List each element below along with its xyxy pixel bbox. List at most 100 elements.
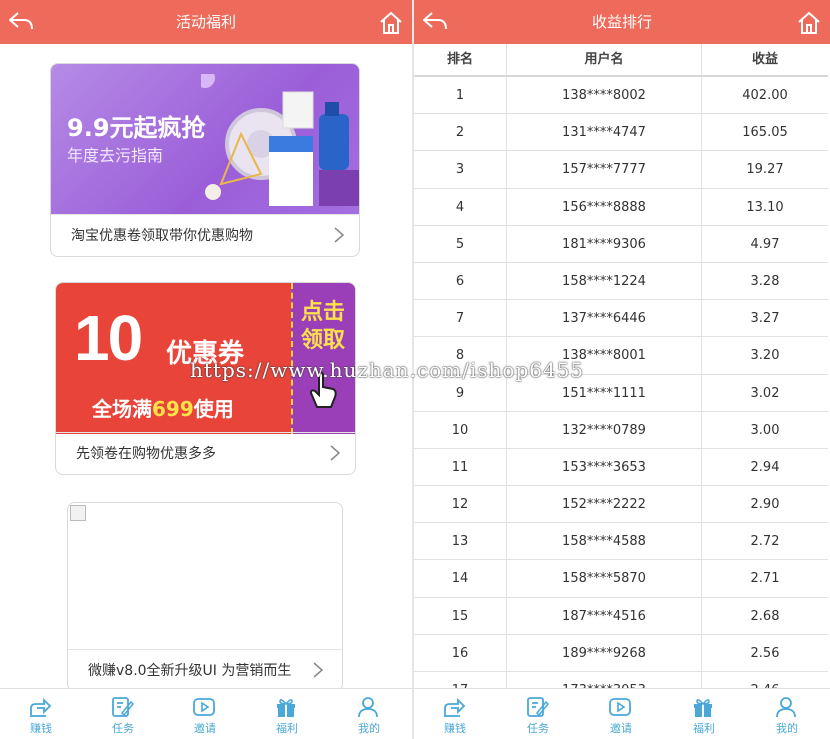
earnings-cell: 2.56 bbox=[750, 645, 780, 661]
rank-cell: 10 bbox=[414, 411, 507, 448]
home-icon[interactable] bbox=[796, 10, 822, 36]
table-row: 6 158****1224 3.28 bbox=[414, 262, 828, 301]
home-icon[interactable] bbox=[378, 10, 404, 36]
products-illustration bbox=[201, 74, 359, 206]
nav-invite[interactable]: 邀请 bbox=[164, 689, 246, 739]
table-row: 11 153****3653 2.94 bbox=[414, 448, 828, 487]
chevron-right-icon bbox=[313, 662, 324, 678]
bottom-nav: 赚钱 任务 邀请 福利 我的 bbox=[0, 688, 412, 739]
table-header: 排名 用户名 收益 bbox=[414, 44, 828, 77]
chevron-right-icon bbox=[330, 445, 341, 461]
earnings-cell: 19.27 bbox=[746, 162, 784, 178]
table-row: 15 187****4516 2.68 bbox=[414, 597, 828, 635]
coupon-amount: 10 bbox=[74, 302, 143, 374]
rank-cell: 4 bbox=[414, 188, 507, 225]
username-cell: 138****8002 bbox=[507, 77, 702, 114]
username-cell: 158****4588 bbox=[507, 523, 702, 560]
rank-cell: 7 bbox=[414, 300, 507, 337]
user-icon bbox=[358, 697, 378, 718]
table-row: 12 152****2222 2.90 bbox=[414, 486, 828, 524]
table-row: 3 157****7777 19.27 bbox=[414, 151, 828, 189]
broken-image-icon bbox=[70, 505, 86, 521]
username-cell: 157****7777 bbox=[507, 151, 702, 188]
header-username: 用户名 bbox=[507, 44, 702, 75]
table-row: 16 189****9268 2.56 bbox=[414, 634, 828, 672]
banner-headline: 9.9元起疯抢 bbox=[67, 114, 206, 142]
username-cell: 156****8888 bbox=[507, 188, 702, 225]
table-row: 10 132****0789 3.00 bbox=[414, 411, 828, 449]
nav-tasks[interactable]: 任务 bbox=[497, 689, 579, 739]
promo-caption: 淘宝优惠卷领取带你优惠购物 bbox=[51, 214, 359, 256]
rank-cell: 11 bbox=[414, 448, 507, 486]
username-cell: 132****0789 bbox=[507, 411, 702, 448]
earnings-cell: 3.27 bbox=[750, 311, 780, 327]
rank-cell: 16 bbox=[414, 634, 507, 671]
earnings-cell: 3.20 bbox=[750, 348, 780, 364]
top-bar: 收益排行 bbox=[414, 0, 830, 44]
earnings-cell: 3.02 bbox=[750, 385, 780, 401]
page-title: 收益排行 bbox=[591, 13, 652, 31]
nav-invite[interactable]: 邀请 bbox=[580, 689, 662, 739]
nav-mine[interactable]: 我的 bbox=[328, 689, 410, 739]
username-cell: 189****9268 bbox=[507, 634, 702, 671]
table-row: 1 138****8002 402.00 bbox=[414, 77, 828, 115]
bottom-nav: 赚钱 任务 邀请 福利 我的 bbox=[414, 688, 830, 739]
rank-cell: 12 bbox=[414, 486, 507, 523]
rank-cell: 1 bbox=[414, 77, 507, 114]
earnings-cell: 2.71 bbox=[750, 571, 780, 587]
watermark-text: https://www.huzhan.com/ishop6455 bbox=[190, 358, 585, 382]
nav-mine[interactable]: 我的 bbox=[746, 689, 828, 739]
share-arrow-icon bbox=[444, 697, 466, 717]
rank-cell: 3 bbox=[414, 151, 507, 188]
earnings-cell: 165.05 bbox=[742, 125, 788, 141]
username-cell: 158****5870 bbox=[507, 560, 702, 597]
table-row: 13 158****4588 2.72 bbox=[414, 523, 828, 561]
nav-benefits[interactable]: 福利 bbox=[246, 689, 328, 739]
username-cell: 187****4516 bbox=[507, 597, 702, 634]
task-edit-icon bbox=[112, 697, 134, 717]
rank-cell: 13 bbox=[414, 523, 507, 560]
username-cell: 131****4747 bbox=[507, 114, 702, 151]
coupon-condition: 全场满699使用 bbox=[92, 397, 234, 421]
earnings-cell: 402.00 bbox=[742, 88, 788, 103]
rank-cell: 14 bbox=[414, 560, 507, 597]
username-cell: 137****6446 bbox=[507, 300, 702, 337]
table-row: 14 158****5870 2.71 bbox=[414, 560, 828, 598]
username-cell: 158****1224 bbox=[507, 262, 702, 300]
banner-subline: 年度去污指南 bbox=[67, 146, 164, 165]
rank-cell: 5 bbox=[414, 225, 507, 262]
play-video-icon bbox=[193, 698, 215, 716]
table-row: 4 156****8888 13.10 bbox=[414, 188, 828, 226]
username-cell: 153****3653 bbox=[507, 448, 702, 486]
earnings-cell: 2.68 bbox=[750, 608, 780, 624]
play-video-icon bbox=[609, 698, 631, 716]
earnings-cell: 3.00 bbox=[750, 422, 780, 438]
promo-card-taobao[interactable]: 9.9元起疯抢 年度去污指南 淘宝优惠卷领取带你优惠购物 bbox=[50, 63, 360, 257]
earnings-cell: 2.94 bbox=[750, 459, 780, 475]
nav-benefits[interactable]: 福利 bbox=[663, 689, 745, 739]
earnings-cell: 2.90 bbox=[750, 497, 780, 513]
nav-tasks[interactable]: 任务 bbox=[82, 689, 164, 739]
nav-earn[interactable]: 赚钱 bbox=[414, 689, 496, 739]
promo-card-upgrade[interactable]: 微赚v8.0全新升级UI 为营销而生 bbox=[67, 502, 343, 692]
table-body: 1 138****8002 402.00 2 131****4747 165.05 3 157… bbox=[414, 77, 828, 710]
username-cell: 181****9306 bbox=[507, 225, 702, 262]
header-rank: 排名 bbox=[414, 44, 507, 75]
earnings-cell: 3.28 bbox=[750, 273, 780, 289]
table-row: 7 137****6446 3.27 bbox=[414, 300, 828, 338]
rank-cell: 6 bbox=[414, 262, 507, 300]
share-arrow-icon bbox=[30, 697, 52, 717]
task-edit-icon bbox=[527, 697, 549, 717]
username-cell: 152****2222 bbox=[507, 486, 702, 523]
earnings-cell: 13.10 bbox=[746, 199, 784, 215]
click-to-claim-text: 点击领取 bbox=[300, 300, 345, 353]
rank-cell: 2 bbox=[414, 114, 507, 151]
gift-icon bbox=[694, 699, 712, 717]
earnings-cell: 2.72 bbox=[750, 534, 780, 550]
chevron-right-icon bbox=[334, 227, 345, 243]
promo-banner-image: 9.9元起疯抢 年度去污指南 bbox=[51, 64, 359, 215]
coupon-caption: 先领卷在购物优惠多多 bbox=[56, 432, 355, 474]
table-row: 2 131****4747 165.05 bbox=[414, 114, 828, 152]
header-earnings: 收益 bbox=[751, 52, 778, 67]
nav-earn[interactable]: 赚钱 bbox=[0, 689, 82, 739]
